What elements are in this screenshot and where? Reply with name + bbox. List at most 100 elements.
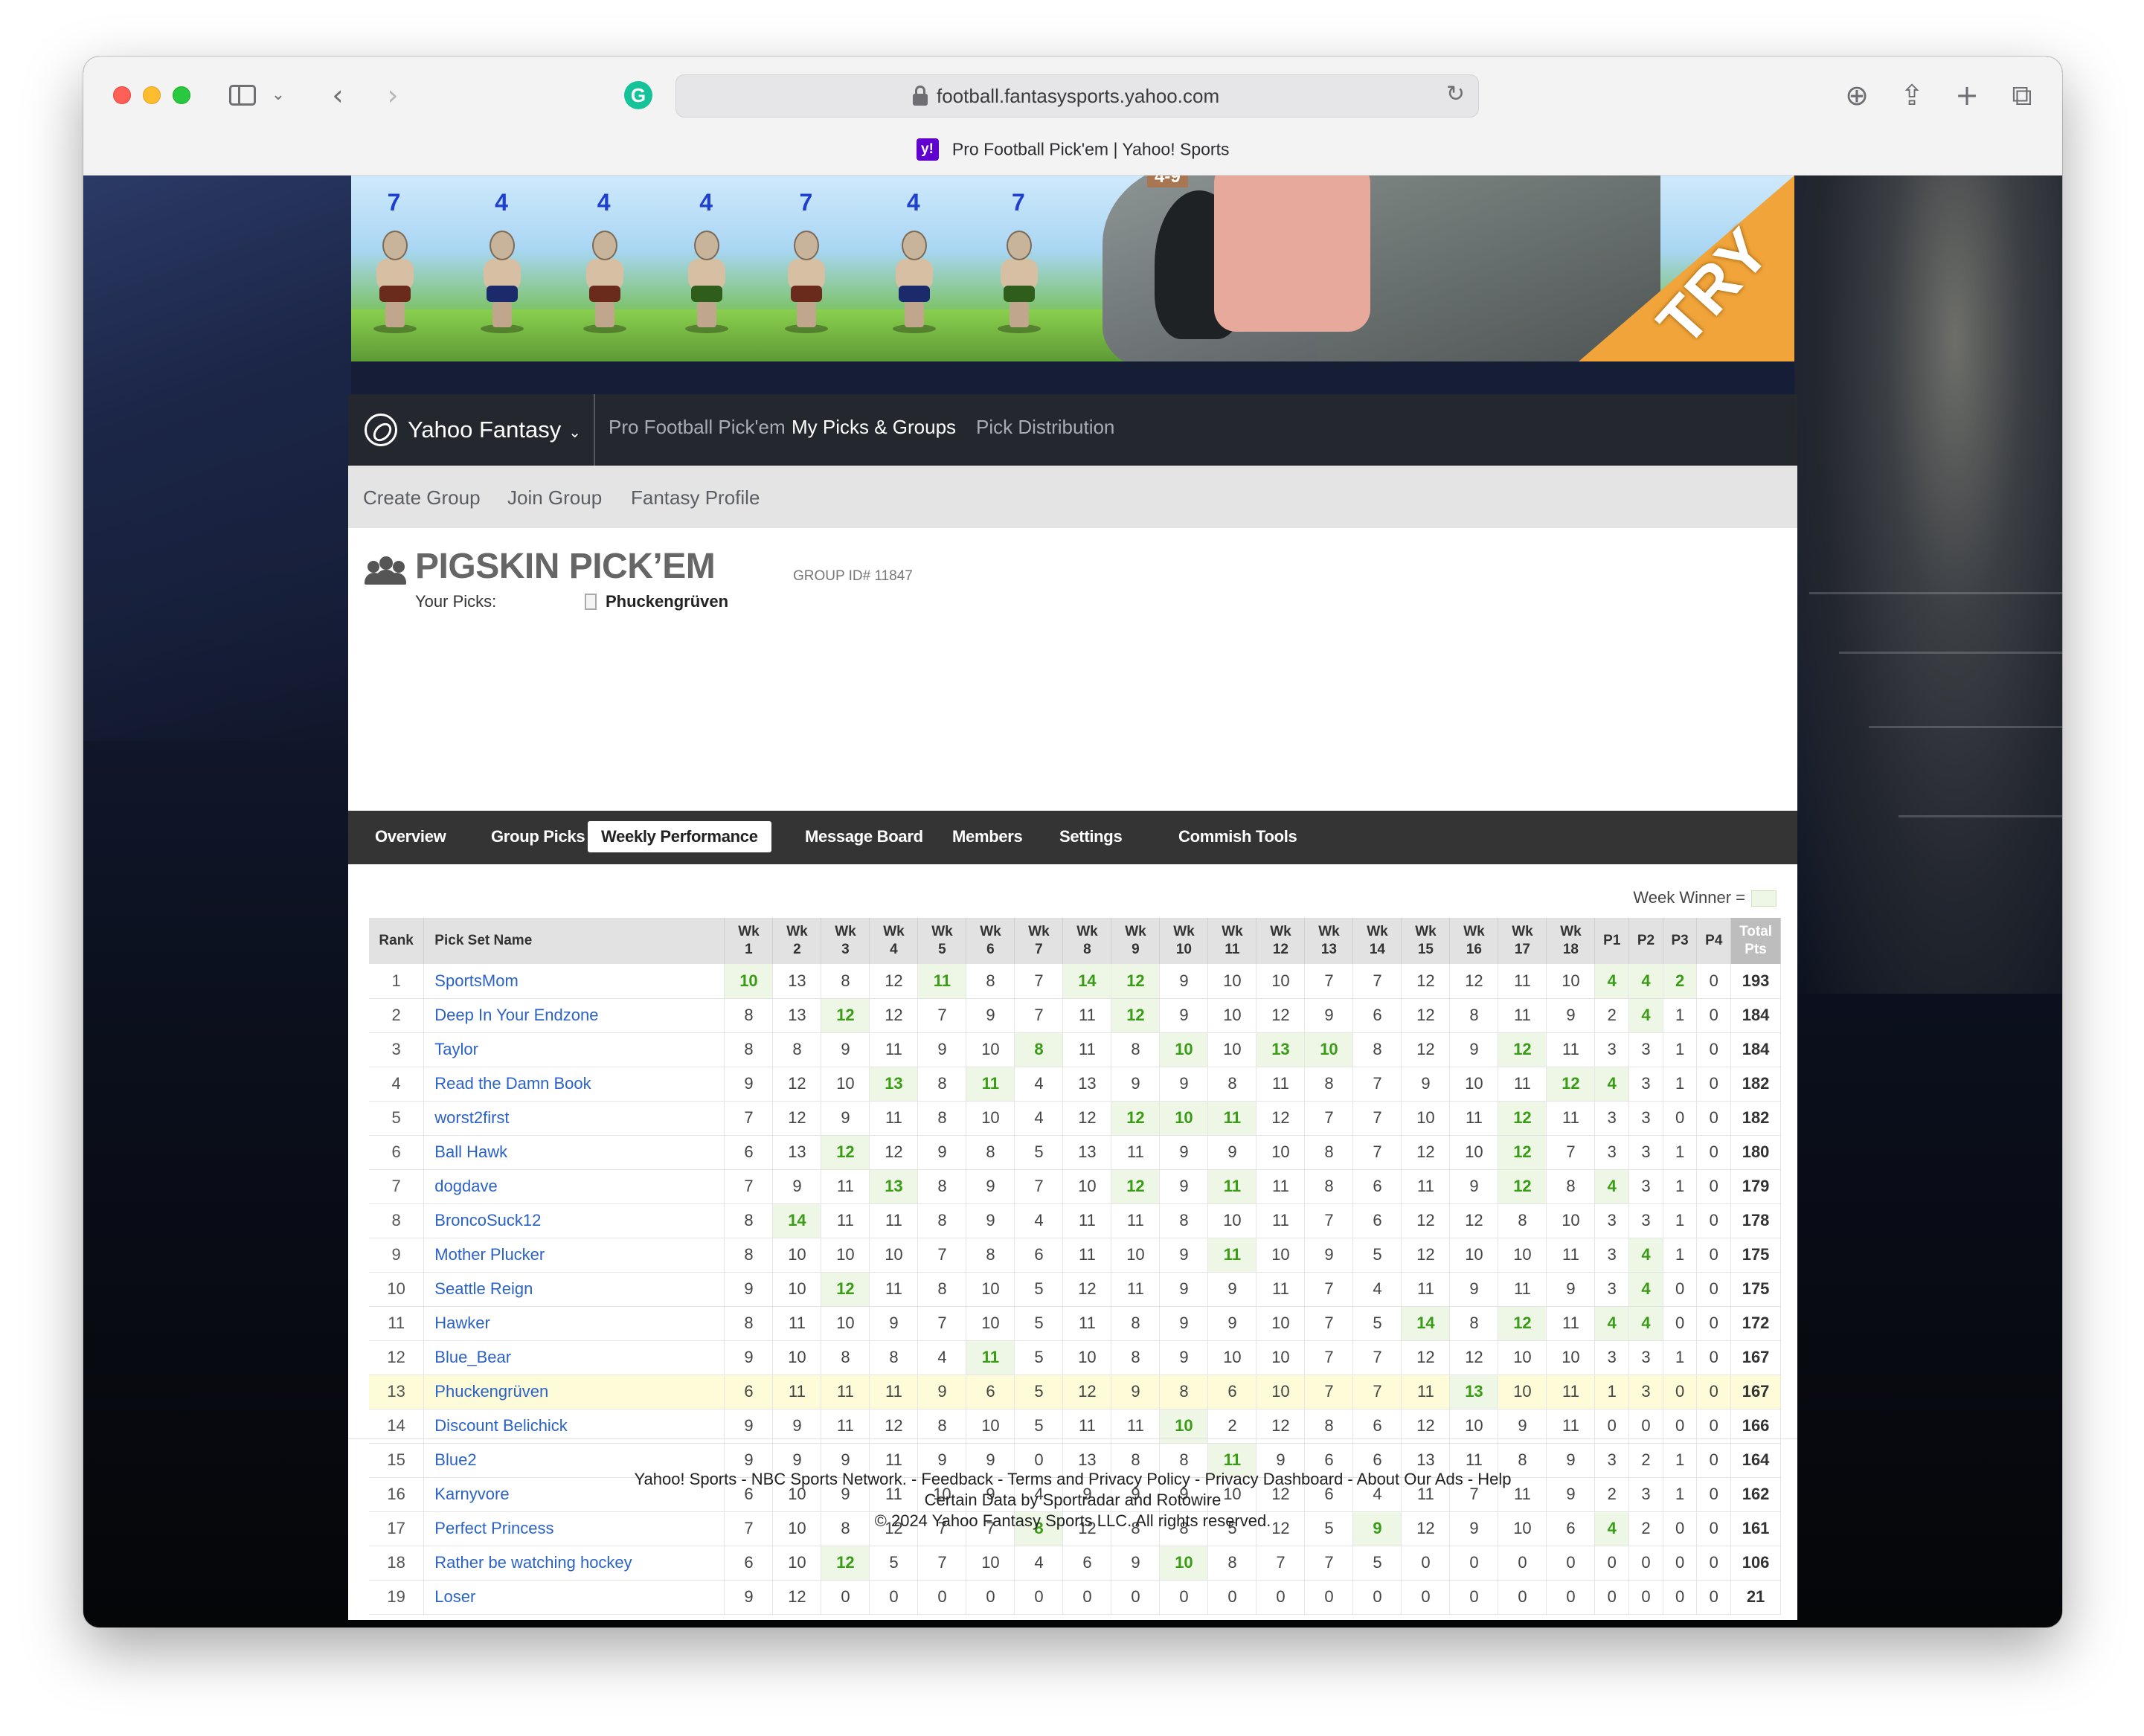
tab-overview[interactable]: Overview <box>362 821 459 852</box>
nav-my-picks-groups[interactable]: My Picks & Groups <box>792 394 956 460</box>
plus-icon[interactable]: + <box>1951 77 1983 113</box>
week-score-cell: 11 <box>869 1101 919 1136</box>
week-header[interactable]: Wk 16 <box>1449 918 1499 964</box>
week-header[interactable]: Wk 14 <box>1352 918 1402 964</box>
tab-message-board[interactable]: Message Board <box>792 821 937 852</box>
week-score-cell: 10 <box>1449 1135 1499 1170</box>
week-score-cell: 9 <box>1159 1238 1209 1273</box>
week-header[interactable]: Wk 5 <box>917 918 967 964</box>
pick-set-name-link[interactable]: Loser <box>423 1580 725 1615</box>
week-score-cell: 12 <box>821 1546 870 1581</box>
week-score-cell: 0 <box>1352 1580 1402 1615</box>
yahoo-fantasy-menu[interactable]: Yahoo Fantasy ⌄ <box>348 394 595 466</box>
back-arrow-icon[interactable]: ‹ <box>323 77 353 113</box>
playoff-score-cell: 0 <box>1696 1238 1732 1273</box>
total-header[interactable]: Total Pts <box>1730 918 1781 964</box>
share-icon[interactable]: ⇪ <box>1896 77 1928 113</box>
forward-arrow-icon[interactable]: › <box>378 77 408 113</box>
week-score-cell: 9 <box>821 1101 870 1136</box>
pick-set-name-link[interactable]: Blue_Bear <box>423 1340 725 1375</box>
rank-header[interactable]: Rank <box>369 918 425 964</box>
pick-set-name-link[interactable]: Seattle Reign <box>423 1272 725 1307</box>
ad-character: 7 <box>372 186 439 335</box>
tab-commish-tools[interactable]: Commish Tools <box>1165 821 1310 852</box>
week-header[interactable]: Wk 13 <box>1304 918 1354 964</box>
tab-settings[interactable]: Settings <box>1046 821 1135 852</box>
week-header[interactable]: Wk 4 <box>869 918 919 964</box>
pick-set-name-link[interactable]: Hawker <box>423 1306 725 1341</box>
create-group-link[interactable]: Create Group <box>363 466 481 530</box>
week-score-cell: 6 <box>724 1375 774 1409</box>
pick-set-name-link[interactable]: Rather be watching hockey <box>423 1546 725 1581</box>
pick-set-name-link[interactable]: Ball Hawk <box>423 1135 725 1170</box>
chevron-down-icon[interactable]: ⌄ <box>269 77 287 113</box>
pick-set-name-link[interactable]: Read the Damn Book <box>423 1067 725 1102</box>
week-header[interactable]: Wk 8 <box>1062 918 1112 964</box>
week-header[interactable]: Wk 1 <box>724 918 774 964</box>
pick-set-name-link[interactable]: Mother Plucker <box>423 1238 725 1273</box>
download-icon[interactable]: ⊕ <box>1840 77 1873 113</box>
week-score-cell: 7 <box>917 1306 967 1341</box>
playoff-header[interactable]: P3 <box>1663 918 1698 964</box>
chevron-down-icon: ⌄ <box>568 425 581 441</box>
grammarly-extension-icon[interactable]: G <box>624 81 652 109</box>
week-score-cell: 10 <box>1062 1169 1112 1204</box>
sidebar-icon[interactable] <box>226 77 259 113</box>
week-score-cell: 8 <box>1304 1135 1354 1170</box>
address-bar[interactable]: football.fantasysports.yahoo.com ↻ <box>675 74 1479 118</box>
week-header[interactable]: Wk 12 <box>1256 918 1306 964</box>
week-header[interactable]: Wk 10 <box>1159 918 1209 964</box>
week-header[interactable]: Wk 7 <box>1014 918 1064 964</box>
pick-set-name-link[interactable]: dogdave <box>423 1169 725 1204</box>
week-header[interactable]: Wk 6 <box>966 918 1015 964</box>
rank-cell: 3 <box>369 1032 425 1067</box>
week-header[interactable]: Wk 2 <box>772 918 822 964</box>
group-header: PIGSKIN PICK’EM GROUP ID# 11847 Your Pic… <box>348 528 1797 629</box>
name-header[interactable]: Pick Set Name <box>423 918 725 964</box>
week-score-cell: 11 <box>1498 998 1547 1033</box>
week-score-cell: 7 <box>1546 1135 1596 1170</box>
nav-pro-football-pickem[interactable]: Pro Football Pick'em <box>609 394 786 460</box>
week-score-cell: 7 <box>1352 1135 1402 1170</box>
tab-weekly-performance[interactable]: Weekly Performance <box>588 821 771 852</box>
join-group-link[interactable]: Join Group <box>507 466 602 530</box>
pick-set-name-link[interactable]: Deep In Your Endzone <box>423 998 725 1033</box>
your-picks-name[interactable]: Phuckengrüven <box>606 592 728 611</box>
week-header[interactable]: Wk 9 <box>1111 918 1161 964</box>
week-header[interactable]: Wk 3 <box>821 918 870 964</box>
pick-set-name-link[interactable]: Phuckengrüven <box>423 1375 725 1409</box>
fantasy-profile-link[interactable]: Fantasy Profile <box>631 466 760 530</box>
nav-pick-distribution[interactable]: Pick Distribution <box>976 394 1114 460</box>
week-header[interactable]: Wk 17 <box>1498 918 1547 964</box>
week-header[interactable]: Wk 11 <box>1207 918 1257 964</box>
pick-set-name-link[interactable]: BroncoSuck12 <box>423 1203 725 1238</box>
pick-set-name-link[interactable]: worst2first <box>423 1101 725 1136</box>
playoff-header[interactable]: P4 <box>1696 918 1732 964</box>
group-id: GROUP ID# 11847 <box>793 568 913 584</box>
week-score-cell: 7 <box>1014 1169 1064 1204</box>
tab-members[interactable]: Members <box>939 821 1036 852</box>
minimize-window-button[interactable] <box>143 86 161 104</box>
close-window-button[interactable] <box>113 86 131 104</box>
week-header[interactable]: Wk 18 <box>1546 918 1596 964</box>
playoff-score-cell: 4 <box>1628 1238 1663 1273</box>
reload-icon[interactable]: ↻ <box>1446 81 1465 107</box>
browser-tab[interactable]: y! Pro Football Pick'em | Yahoo! Sports <box>83 138 2062 161</box>
week-score-cell: 9 <box>724 1272 774 1307</box>
week-score-cell: 5 <box>1014 1375 1064 1409</box>
tab-overview-icon[interactable]: ⧉ <box>2006 77 2038 113</box>
pick-set-name-link[interactable]: SportsMom <box>423 964 725 999</box>
zoom-window-button[interactable] <box>173 86 190 104</box>
advertisement-banner[interactable]: 7444747 4-9 TRY <box>351 176 1794 361</box>
total-points-cell: 167 <box>1730 1375 1781 1409</box>
playoff-header[interactable]: P2 <box>1628 918 1663 964</box>
week-score-cell: 6 <box>966 1375 1015 1409</box>
week-score-cell: 4 <box>1014 1546 1064 1581</box>
playoff-header[interactable]: P1 <box>1594 918 1630 964</box>
tab-group-picks[interactable]: Group Picks <box>478 821 598 852</box>
football-logo-icon <box>365 414 397 446</box>
week-header[interactable]: Wk 15 <box>1401 918 1451 964</box>
pick-set-name-link[interactable]: Taylor <box>423 1032 725 1067</box>
table-row: 18 Rather be watching hockey 6 10 12 5 7 10 4 6 9 1… <box>369 1546 1781 1581</box>
footer-links[interactable]: Yahoo! Sports - NBC Sports Network. - Fe… <box>348 1469 1797 1490</box>
